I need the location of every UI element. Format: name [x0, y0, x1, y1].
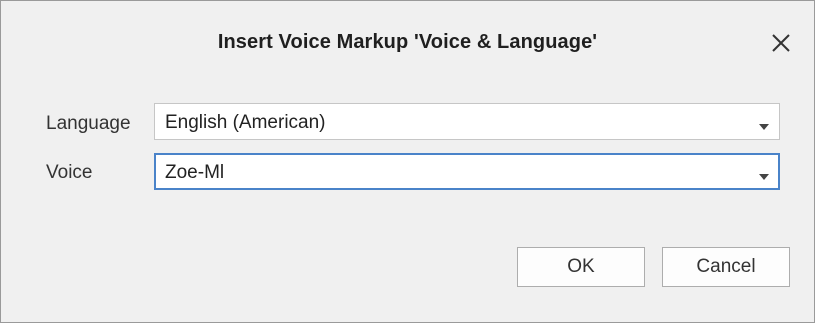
- language-selected-value: English (American): [165, 112, 326, 133]
- voice-dropdown[interactable]: Zoe-Ml: [154, 153, 780, 190]
- close-button[interactable]: [765, 27, 797, 59]
- insert-voice-markup-dialog: Insert Voice Markup 'Voice & Language' L…: [0, 0, 815, 323]
- cancel-button[interactable]: Cancel: [662, 247, 790, 287]
- dialog-title: Insert Voice Markup 'Voice & Language': [217, 31, 598, 53]
- title-bar: Insert Voice Markup 'Voice & Language': [1, 1, 814, 83]
- voice-label: Voice: [46, 162, 93, 183]
- chevron-down-icon: [759, 168, 769, 180]
- language-label: Language: [46, 113, 131, 134]
- ok-button[interactable]: OK: [517, 247, 645, 287]
- voice-selected-value: Zoe-Ml: [165, 162, 225, 183]
- close-icon: [765, 27, 797, 59]
- chevron-down-icon: [759, 118, 769, 130]
- language-dropdown[interactable]: English (American): [154, 103, 780, 140]
